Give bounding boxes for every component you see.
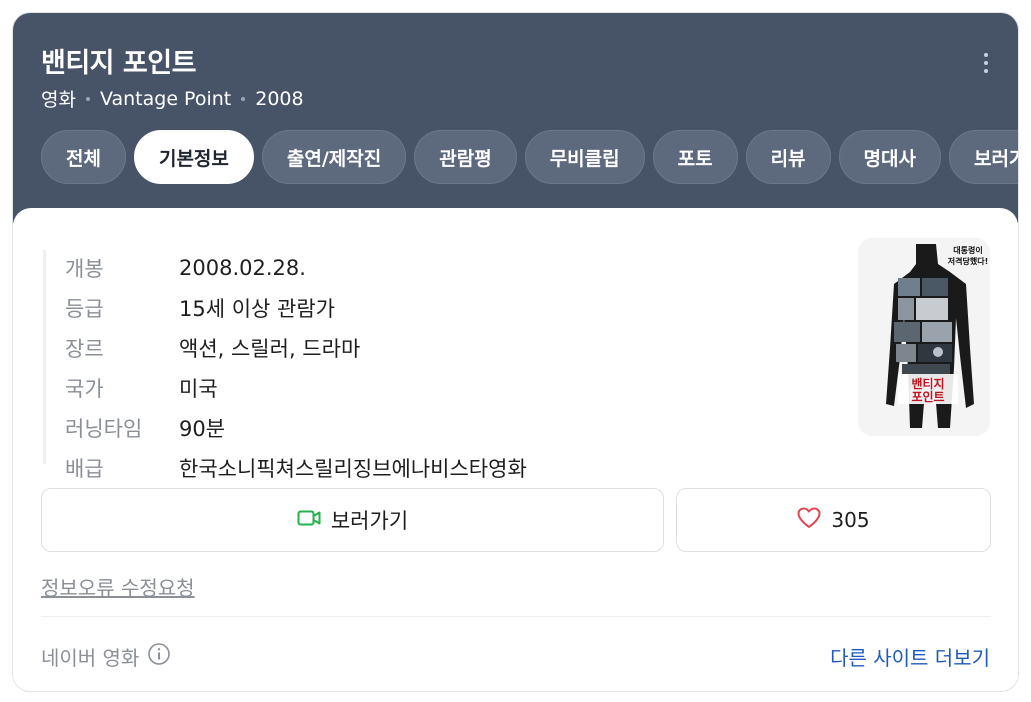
basic-info-list: 개봉 2008.02.28. 등급 15세 이상 관람가 장르 액션, 스릴러,… (43, 248, 803, 488)
tab-quotes[interactable]: 명대사 (838, 130, 941, 184)
meta-original-title: Vantage Point (99, 87, 232, 110)
tab-all[interactable]: 전체 (41, 130, 126, 184)
tab-label: 보러가기 (974, 147, 1018, 170)
tab-label: 무비클립 (549, 147, 620, 170)
tab-label: 리뷰 (770, 147, 806, 170)
poster-image: 밴티지 포인트 대통령이 저격당했다! (858, 238, 990, 436)
tab-label: 포토 (677, 147, 713, 170)
movie-card: 밴티지 포인트 영화 Vantage Point 2008 전체 기본정보 출연… (12, 12, 1019, 692)
info-key: 러닝타임 (65, 417, 143, 441)
info-value: 미국 (179, 377, 218, 401)
info-row-genre: 장르 액션, 스릴러, 드라마 (43, 328, 803, 368)
watch-button[interactable]: 보러가기 (41, 488, 664, 552)
info-key: 개봉 (65, 257, 104, 281)
meta-category: 영화 (41, 89, 76, 111)
footer-divider (41, 616, 991, 617)
more-vertical-icon[interactable] (976, 49, 996, 77)
tab-basic-info[interactable]: 기본정보 (133, 130, 254, 184)
tab-photos[interactable]: 포토 (652, 130, 738, 184)
poster-tagline-line2: 저격당했다! (948, 256, 988, 266)
info-value: 액션, 스릴러, 드라마 (179, 337, 361, 361)
movie-poster[interactable]: 밴티지 포인트 대통령이 저격당했다! (858, 238, 990, 436)
card-header: 밴티지 포인트 영화 Vantage Point 2008 전체 기본정보 출연… (13, 13, 1018, 223)
report-error-link[interactable]: 정보오류 수정요청 (41, 572, 195, 601)
info-value: 2008.02.28. (179, 256, 306, 280)
tab-label: 명대사 (863, 147, 916, 170)
watch-button-label: 보러가기 (330, 509, 409, 533)
tab-label: 기본정보 (158, 147, 229, 170)
tab-movie-clips[interactable]: 무비클립 (524, 130, 645, 184)
like-count: 305 (831, 508, 870, 532)
info-row-rating: 등급 15세 이상 관람가 (43, 288, 803, 328)
more-sites-link[interactable]: 다른 사이트 더보기 (830, 642, 990, 671)
tab-reviews[interactable]: 리뷰 (745, 130, 831, 184)
info-key: 장르 (65, 337, 104, 361)
info-value: 90분 (179, 417, 226, 441)
card-body: 개봉 2008.02.28. 등급 15세 이상 관람가 장르 액션, 스릴러,… (13, 208, 1018, 691)
info-row-release: 개봉 2008.02.28. (43, 248, 803, 288)
tab-watch[interactable]: 보러가기 (949, 130, 1018, 184)
source-name: 네이버 영화 (41, 646, 140, 670)
info-row-country: 국가 미국 (43, 368, 803, 408)
info-row-distributor: 배급 한국소니픽쳐스릴리징브에나비스타영화 (43, 448, 803, 488)
tab-reviews-rating[interactable]: 관람평 (414, 130, 517, 184)
info-icon[interactable] (147, 642, 171, 671)
meta-year: 2008 (255, 87, 304, 110)
tab-label: 전체 (66, 147, 101, 170)
info-key: 국가 (65, 377, 104, 401)
tab-label: 관람평 (439, 147, 492, 170)
poster-title-line2: 포인트 (911, 389, 944, 404)
tab-label: 출연/제작진 (286, 147, 382, 170)
info-value: 한국소니픽쳐스릴리징브에나비스타영화 (179, 457, 527, 481)
separator-dot (241, 96, 246, 101)
info-key: 배급 (65, 457, 104, 481)
info-key: 등급 (65, 297, 104, 321)
source-label: 네이버 영화 (41, 642, 171, 671)
poster-tagline-line1: 대통령이 (953, 245, 982, 255)
video-icon (297, 508, 321, 532)
info-row-runtime: 러닝타임 90분 (43, 408, 803, 448)
info-value: 15세 이상 관람가 (179, 297, 335, 321)
movie-meta: 영화 Vantage Point 2008 (41, 85, 304, 112)
tab-bar: 전체 기본정보 출연/제작진 관람평 무비클립 포토 리뷰 명대사 보러가기 (41, 130, 1018, 184)
heart-icon (797, 507, 821, 534)
like-button[interactable]: 305 (676, 488, 991, 552)
tab-cast-crew[interactable]: 출연/제작진 (261, 130, 407, 184)
poster-title-line1: 밴티지 (911, 376, 944, 391)
separator-dot (85, 96, 90, 101)
movie-title[interactable]: 밴티지 포인트 (41, 41, 196, 80)
